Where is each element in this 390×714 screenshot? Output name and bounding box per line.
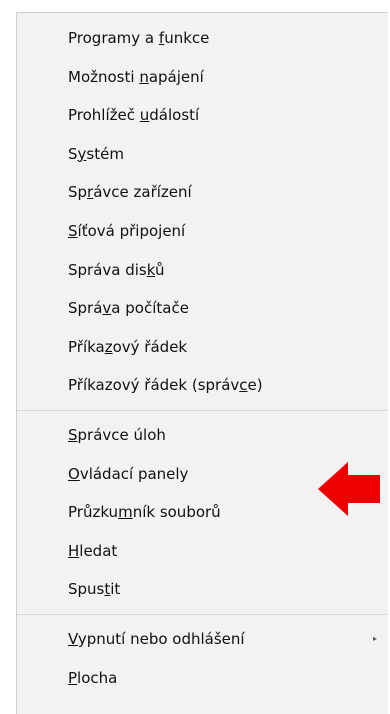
menu-group-system-tools: Programy a funkce Možnosti napájení Proh…	[17, 13, 388, 405]
menu-item-task-manager[interactable]: Správce úloh	[17, 416, 388, 455]
menu-group-session: Vypnutí nebo odhlášení ▸ Plocha	[17, 620, 388, 697]
menu-item-search[interactable]: Hledat	[17, 532, 388, 571]
red-arrow-shape	[318, 462, 380, 516]
menu-item-system[interactable]: Systém	[17, 135, 388, 174]
menu-item-command-prompt-admin[interactable]: Příkazový řádek (správce)	[17, 366, 388, 405]
menu-item-desktop[interactable]: Plocha	[17, 659, 388, 698]
menu-separator	[17, 613, 388, 615]
menu-item-event-viewer[interactable]: Prohlížeč událostí	[17, 96, 388, 135]
context-menu: Programy a funkce Možnosti napájení Proh…	[16, 12, 388, 714]
menu-item-power-options[interactable]: Možnosti napájení	[17, 58, 388, 97]
menu-item-shutdown-or-sign-out[interactable]: Vypnutí nebo odhlášení ▸	[17, 620, 388, 659]
menu-item-programs-and-features[interactable]: Programy a funkce	[17, 19, 388, 58]
menu-item-run[interactable]: Spustit	[17, 570, 388, 609]
red-arrow-icon	[318, 462, 380, 516]
menu-item-device-manager[interactable]: Správce zařízení	[17, 173, 388, 212]
menu-item-command-prompt[interactable]: Příkazový řádek	[17, 328, 388, 367]
menu-item-disk-management[interactable]: Správa disků	[17, 251, 388, 290]
menu-item-computer-management[interactable]: Správa počítače	[17, 289, 388, 328]
submenu-arrow-icon: ▸	[373, 633, 378, 643]
menu-separator	[17, 409, 388, 411]
menu-item-network-connections[interactable]: Síťová připojení	[17, 212, 388, 251]
